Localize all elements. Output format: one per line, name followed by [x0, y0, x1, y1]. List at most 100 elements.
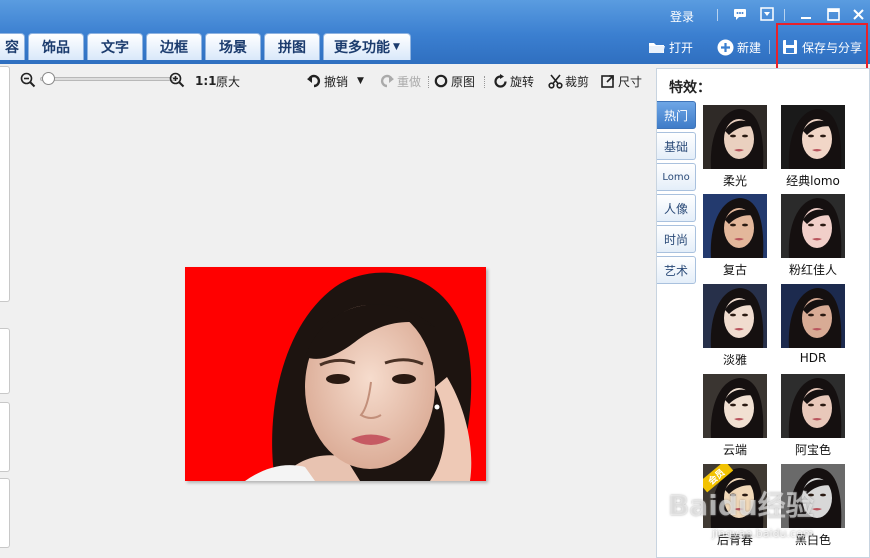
zoom-out-icon: [20, 72, 36, 88]
zoom-slider-handle[interactable]: [42, 72, 55, 85]
rotate-label: 旋转: [510, 74, 535, 89]
rotate-icon: [492, 73, 508, 89]
divider: [717, 9, 718, 21]
divider: [484, 76, 485, 88]
category-label: Lomo: [662, 171, 690, 183]
open-label: 打开: [669, 40, 694, 55]
tab-scenes[interactable]: 场景: [205, 33, 261, 60]
category-label: 时尚: [663, 232, 688, 247]
tab-frames[interactable]: 边框: [146, 33, 202, 60]
divider: [428, 76, 429, 88]
resize-button[interactable]: 尺寸: [600, 72, 642, 90]
redo-button[interactable]: 重做: [379, 72, 421, 90]
effect-thumbnail[interactable]: [703, 284, 767, 348]
effect-thumbnail[interactable]: [703, 105, 767, 169]
effect-preview-image: [703, 284, 767, 348]
effect-preview-image: [703, 374, 767, 438]
dropdown-box-icon[interactable]: [758, 6, 776, 22]
effect-label: 经典lomo: [786, 174, 840, 188]
login-link[interactable]: 登录: [670, 8, 694, 25]
left-panel-button[interactable]: [0, 402, 10, 472]
effect-preview-image: [781, 374, 845, 438]
effect-label: 阿宝色: [794, 443, 831, 457]
effect-thumbnail[interactable]: [781, 284, 845, 348]
left-panel-button[interactable]: [0, 478, 10, 548]
zoom-in-button[interactable]: [169, 71, 185, 89]
crop-button[interactable]: 裁剪: [547, 72, 589, 90]
redo-label: 重做: [397, 74, 422, 89]
category-label: 艺术: [663, 263, 688, 278]
circle-icon: [433, 73, 449, 89]
close-icon[interactable]: [849, 6, 867, 22]
effect-preview-image: [781, 105, 845, 169]
tab-label: 容: [5, 40, 19, 56]
undo-icon: [306, 73, 322, 89]
watermark-url: jingyan.baidu.com: [712, 527, 814, 540]
effect-label: HDR: [799, 351, 827, 365]
divider: [769, 40, 770, 54]
folder-icon: [648, 38, 666, 56]
effects-title: 特效：: [669, 80, 711, 96]
new-button[interactable]: 新建: [716, 36, 761, 58]
edited-photo[interactable]: [185, 267, 486, 481]
left-panel-button[interactable]: [0, 328, 10, 394]
top-bar: 登录 容 饰品 文字 边框 场景 拼图 更多功能 ▼ 打开 新建 保存与分享: [0, 0, 870, 64]
tab-collage[interactable]: 拼图: [264, 33, 320, 60]
effect-thumbnail[interactable]: [781, 105, 845, 169]
zoom-out-button[interactable]: [20, 71, 36, 89]
effect-thumbnail[interactable]: [703, 374, 767, 438]
effect-thumbnail[interactable]: [781, 374, 845, 438]
tab-label: 更多功能: [334, 40, 391, 56]
resize-icon: [600, 73, 616, 89]
effect-label: 云端: [722, 443, 747, 457]
tab-text[interactable]: 文字: [87, 33, 143, 60]
undo-history-dropdown[interactable]: ▼: [357, 72, 364, 90]
open-button[interactable]: 打开: [648, 36, 693, 58]
maximize-icon[interactable]: [824, 6, 842, 22]
tab-label: 边框: [160, 40, 188, 56]
scissors-icon: [547, 73, 563, 89]
effect-label: 粉红佳人: [788, 263, 837, 277]
zoom-in-icon: [169, 72, 185, 88]
effect-thumbnail[interactable]: [781, 194, 845, 258]
original-size-button[interactable]: 原大: [216, 72, 240, 90]
divider: [784, 9, 785, 21]
category-art[interactable]: 艺术: [657, 256, 696, 284]
new-label: 新建: [737, 40, 762, 55]
effect-label: 柔光: [722, 174, 747, 188]
tab-beauty[interactable]: 容: [0, 33, 25, 60]
zoom-slider[interactable]: [40, 77, 176, 81]
main-tabs: 容 饰品 文字 边框 场景 拼图 更多功能 ▼: [0, 33, 414, 61]
watermark: Baidu经验: [668, 489, 814, 522]
portrait-image: [185, 267, 486, 481]
original-image-label: 原图: [451, 74, 476, 89]
plus-circle-icon: [716, 38, 734, 56]
tab-more-features[interactable]: 更多功能 ▼: [323, 33, 411, 60]
left-panel-top[interactable]: [0, 66, 10, 302]
crop-label: 裁剪: [565, 74, 590, 89]
chat-icon[interactable]: [731, 6, 749, 22]
category-lomo[interactable]: Lomo: [657, 163, 696, 191]
category-fashion[interactable]: 时尚: [657, 225, 696, 253]
rotate-button[interactable]: 旋转: [492, 72, 534, 90]
effect-preview-image: [781, 284, 845, 348]
original-image-button[interactable]: 原图: [433, 72, 475, 90]
redo-icon: [379, 73, 395, 89]
effect-thumbnail[interactable]: [703, 194, 767, 258]
minimize-icon[interactable]: [797, 6, 815, 22]
chevron-down-icon: ▼: [393, 42, 400, 52]
effect-preview-image: [781, 194, 845, 258]
category-label: 人像: [663, 201, 688, 216]
category-label: 热门: [663, 108, 688, 123]
category-hot[interactable]: 热门: [657, 101, 696, 129]
undo-label: 撤销: [324, 74, 349, 89]
category-portrait[interactable]: 人像: [657, 194, 696, 222]
tab-label: 文字: [101, 40, 129, 56]
undo-button[interactable]: 撤销: [306, 72, 348, 90]
tab-accessories[interactable]: 饰品: [28, 33, 84, 60]
effect-preview-image: [703, 105, 767, 169]
zoom-ratio[interactable]: 1:1: [195, 72, 217, 90]
category-label: 基础: [663, 139, 688, 154]
effect-label: 复古: [722, 263, 747, 277]
category-basic[interactable]: 基础: [657, 132, 696, 160]
